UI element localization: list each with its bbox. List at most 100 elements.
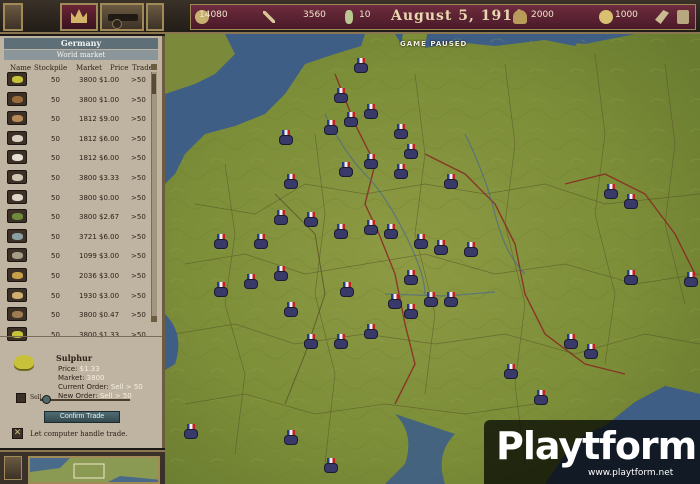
army-unit-icon[interactable] bbox=[335, 88, 347, 102]
scroll-up-arrow[interactable] bbox=[151, 64, 157, 70]
military-button[interactable] bbox=[100, 3, 144, 31]
army-unit-icon[interactable] bbox=[345, 112, 357, 126]
army-unit-icon[interactable] bbox=[585, 344, 597, 358]
ledger-button[interactable] bbox=[146, 3, 164, 31]
trade-cell: >50 bbox=[131, 95, 146, 104]
army-unit-icon[interactable] bbox=[335, 224, 347, 238]
money-value: 14080 bbox=[199, 10, 228, 20]
slider-knob[interactable] bbox=[42, 395, 51, 404]
army-unit-icon[interactable] bbox=[405, 144, 417, 158]
table-row[interactable]: 50 3800 $1.00 >50 bbox=[5, 90, 151, 110]
army-unit-icon[interactable] bbox=[285, 430, 297, 444]
army-unit-icon[interactable] bbox=[215, 282, 227, 296]
scroll-thumb[interactable] bbox=[152, 74, 156, 94]
wool-icon bbox=[7, 248, 27, 263]
table-row[interactable]: 50 2036 $3.00 >50 bbox=[5, 266, 151, 286]
army-unit-icon[interactable] bbox=[185, 424, 197, 438]
table-row[interactable]: 50 3800 $0.00 >50 bbox=[5, 188, 151, 208]
army-unit-icon[interactable] bbox=[325, 458, 337, 472]
fish-icon bbox=[7, 228, 27, 243]
world-map[interactable]: GAME PAUSED bbox=[165, 34, 700, 484]
army-unit-icon[interactable] bbox=[255, 234, 267, 248]
army-unit-icon[interactable] bbox=[535, 390, 547, 404]
army-unit-icon[interactable] bbox=[565, 334, 577, 348]
trade-cell: >50 bbox=[131, 173, 146, 182]
army-unit-icon[interactable] bbox=[275, 210, 287, 224]
army-unit-icon[interactable] bbox=[341, 282, 353, 296]
army-unit-icon[interactable] bbox=[305, 334, 317, 348]
army-unit-icon[interactable] bbox=[625, 270, 637, 284]
price-cell: $1.00 bbox=[99, 76, 120, 84]
army-unit-icon[interactable] bbox=[405, 304, 417, 318]
table-row[interactable]: 50 1099 $3.00 >50 bbox=[5, 246, 151, 266]
table-row[interactable]: 50 1930 $3.00 >50 bbox=[5, 286, 151, 306]
army-unit-icon[interactable] bbox=[285, 302, 297, 316]
trade-cell: >50 bbox=[131, 232, 146, 241]
army-unit-icon[interactable] bbox=[505, 364, 517, 378]
trade-cell: >50 bbox=[131, 271, 146, 280]
quill-icon[interactable] bbox=[655, 10, 669, 24]
table-row[interactable]: 50 3721 $6.00 >50 bbox=[5, 227, 151, 247]
confirm-trade-button[interactable]: Confirm Trade bbox=[44, 411, 120, 423]
table-row[interactable]: 50 1812 $6.00 >50 bbox=[5, 148, 151, 168]
research-icon bbox=[345, 10, 353, 24]
army-unit-icon[interactable] bbox=[435, 240, 447, 254]
army-unit-icon[interactable] bbox=[425, 292, 437, 306]
army-unit-icon[interactable] bbox=[365, 154, 377, 168]
army-unit-icon[interactable] bbox=[445, 174, 457, 188]
army-unit-icon[interactable] bbox=[415, 234, 427, 248]
amount-slider[interactable] bbox=[40, 399, 130, 401]
army-unit-icon[interactable] bbox=[405, 270, 417, 284]
price-cell: $0.47 bbox=[99, 311, 120, 320]
tropical-wood-icon bbox=[7, 111, 27, 126]
scrollbar[interactable] bbox=[151, 72, 157, 316]
table-row[interactable]: 50 3800 $2.67 >50 bbox=[5, 207, 151, 227]
table-row[interactable]: 50 1812 $6.00 >50 bbox=[5, 129, 151, 149]
iron-icon bbox=[7, 150, 27, 165]
table-row[interactable]: 50 1812 $9.00 >50 bbox=[5, 109, 151, 129]
army-unit-icon[interactable] bbox=[215, 234, 227, 248]
watermark-url: www.playtform.net bbox=[588, 468, 674, 478]
army-unit-icon[interactable] bbox=[280, 130, 292, 144]
army-unit-icon[interactable] bbox=[305, 212, 317, 226]
table-row[interactable]: 50 3800 $1.00 >50 bbox=[5, 70, 151, 90]
country-title: Germany bbox=[4, 38, 158, 49]
army-unit-icon[interactable] bbox=[365, 324, 377, 338]
army-unit-icon[interactable] bbox=[395, 124, 407, 138]
current-order-line: Current Order: Sell > 50 bbox=[58, 383, 143, 391]
army-unit-icon[interactable] bbox=[465, 242, 477, 256]
army-unit-icon[interactable] bbox=[275, 266, 287, 280]
army-unit-icon[interactable] bbox=[355, 58, 367, 72]
fruit-icon bbox=[7, 209, 27, 224]
army-unit-icon[interactable] bbox=[625, 194, 637, 208]
table-row[interactable]: 50 3800 $3.33 >50 bbox=[5, 168, 151, 188]
army-unit-icon[interactable] bbox=[285, 174, 297, 188]
stockpile-cell: 50 bbox=[51, 154, 60, 163]
minimap[interactable] bbox=[28, 456, 160, 484]
auto-trade-checkbox[interactable]: ✕ bbox=[12, 428, 23, 439]
army-unit-icon[interactable] bbox=[445, 292, 457, 306]
menu-button[interactable] bbox=[3, 3, 23, 31]
options-icon[interactable] bbox=[677, 10, 689, 24]
army-unit-icon[interactable] bbox=[325, 120, 337, 134]
army-unit-icon[interactable] bbox=[245, 274, 257, 288]
army-unit-icon[interactable] bbox=[385, 224, 397, 238]
army-unit-icon[interactable] bbox=[365, 220, 377, 234]
army-unit-icon[interactable] bbox=[605, 184, 617, 198]
stockpile-cell: 50 bbox=[51, 252, 60, 261]
army-unit-icon[interactable] bbox=[685, 272, 697, 286]
table-row[interactable]: 50 3800 $0.47 >50 bbox=[5, 305, 151, 325]
trade-cell: >50 bbox=[131, 311, 146, 320]
army-unit-icon[interactable] bbox=[395, 164, 407, 178]
watermark-logo: Playtform bbox=[496, 424, 697, 468]
minimap-mode-button[interactable] bbox=[4, 456, 22, 480]
army-unit-icon[interactable] bbox=[340, 162, 352, 176]
army-unit-icon[interactable] bbox=[365, 104, 377, 118]
manpower-value: 3560 bbox=[303, 10, 326, 20]
government-button[interactable] bbox=[60, 3, 98, 31]
research-value: 10 bbox=[359, 10, 371, 20]
sell-checkbox[interactable] bbox=[16, 393, 26, 403]
army-unit-icon[interactable] bbox=[335, 334, 347, 348]
army-unit-icon[interactable] bbox=[389, 294, 401, 308]
scroll-down-arrow[interactable] bbox=[151, 316, 157, 322]
